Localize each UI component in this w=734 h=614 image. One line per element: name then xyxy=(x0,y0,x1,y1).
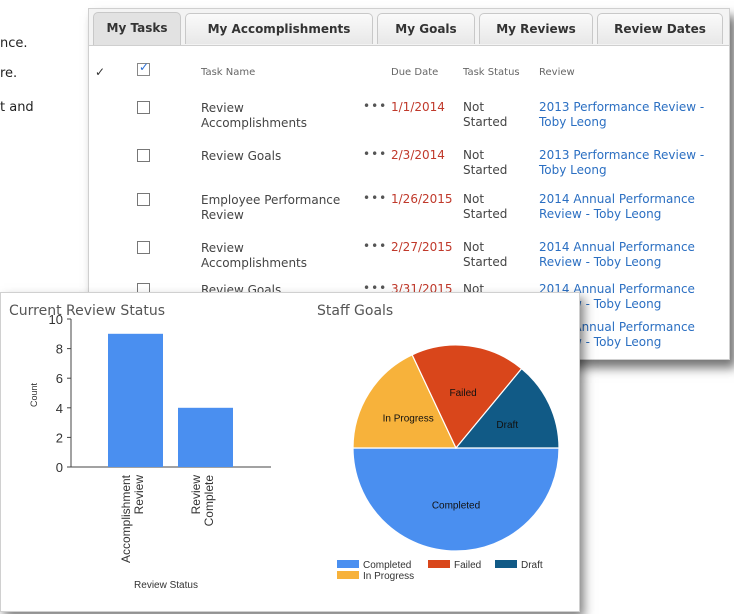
tab-my-accomplishments[interactable]: My Accomplishments xyxy=(185,13,373,44)
legend-swatch xyxy=(428,560,450,568)
background-text-2: re. xyxy=(0,66,18,81)
due-date: 1/26/2015 xyxy=(391,192,453,206)
legend-label: Draft xyxy=(521,560,543,571)
slice-label: Draft xyxy=(496,420,518,431)
bar xyxy=(108,333,163,467)
due-date: 1/1/2014 xyxy=(391,100,445,114)
y-axis-label: Count xyxy=(29,383,39,408)
more-options-icon[interactable]: ••• xyxy=(363,147,387,161)
row-checkbox[interactable] xyxy=(137,101,150,114)
tab-review-dates[interactable]: Review Dates xyxy=(597,13,723,44)
slice-label: In Progress xyxy=(383,414,434,425)
more-options-icon[interactable]: ••• xyxy=(363,191,387,205)
x-tick-label: AccomplishmentReview xyxy=(119,474,146,563)
task-status: Not Started xyxy=(463,148,508,177)
checked-icon: ✓ xyxy=(139,60,150,74)
header-task-name: Task Name xyxy=(201,67,256,78)
y-tick-label: 4 xyxy=(56,401,63,416)
legend-label: Failed xyxy=(454,560,481,571)
y-tick-label: 0 xyxy=(56,460,63,475)
selected-check-icon: ✓ xyxy=(95,65,106,79)
review-link[interactable]: 2013 Performance Review - Toby Leong xyxy=(539,148,714,178)
y-tick-label: 8 xyxy=(56,342,63,357)
tab-my-tasks[interactable]: My Tasks xyxy=(93,12,181,45)
tab-bar: My Tasks My Accomplishments My Goals My … xyxy=(89,9,729,46)
header-due-date: Due Date xyxy=(391,67,439,78)
more-options-icon[interactable]: ••• xyxy=(363,99,387,113)
bar-chart: 0 2 4 6 8 10 Count AccomplishmentReview ReviewCo… xyxy=(29,312,271,591)
table-row: Review Accomplishments ••• 1/1/2014 Not … xyxy=(89,97,729,141)
slice-label: Failed xyxy=(449,388,476,399)
legend-swatch xyxy=(337,571,359,579)
row-checkbox[interactable] xyxy=(137,241,150,254)
y-tick-label: 6 xyxy=(56,371,63,386)
tab-my-reviews[interactable]: My Reviews xyxy=(479,13,593,44)
bar xyxy=(178,407,233,467)
legend-swatch xyxy=(495,560,517,568)
y-tick-label: 2 xyxy=(56,430,63,445)
legend-label: Completed xyxy=(363,560,411,571)
task-status: Not Started xyxy=(463,100,508,129)
more-options-icon[interactable]: ••• xyxy=(363,239,387,253)
slice-label: Completed xyxy=(432,501,480,512)
review-link[interactable]: 2014 Annual Performance Review - Toby Le… xyxy=(539,240,714,270)
due-date: 2/3/2014 xyxy=(391,148,445,162)
table-row: Employee Performance Review ••• 1/26/201… xyxy=(89,189,729,233)
task-name[interactable]: Review Accomplishments xyxy=(201,241,351,271)
task-status: Not Started xyxy=(463,192,508,221)
legend-label: In Progress xyxy=(363,571,414,582)
charts-panel: Current Review Status Staff Goals 024681… xyxy=(0,292,580,612)
background-text-1: nce. xyxy=(0,36,28,51)
review-link[interactable]: 2014 Annual Performance Review - Toby Le… xyxy=(539,192,714,222)
header-task-status: Task Status xyxy=(463,67,520,78)
x-tick-label: ReviewComplete xyxy=(189,475,216,527)
table-row: Review Accomplishments ••• 2/27/2015 Not… xyxy=(89,237,729,281)
header-review: Review xyxy=(539,67,575,78)
task-name[interactable]: Review Accomplishments xyxy=(201,101,351,131)
row-checkbox[interactable] xyxy=(137,149,150,162)
background-text-3: t and xyxy=(0,100,34,115)
tab-my-goals[interactable]: My Goals xyxy=(377,13,475,44)
task-name[interactable]: Review Goals xyxy=(201,149,351,164)
task-status: Not Started xyxy=(463,240,508,269)
row-checkbox[interactable] xyxy=(137,193,150,206)
y-tick-label: 10 xyxy=(49,312,63,327)
pie-slice xyxy=(352,447,560,552)
task-name[interactable]: Employee Performance Review xyxy=(201,193,351,223)
legend-swatch xyxy=(337,560,359,568)
pie-chart: CompletedIn ProgressFailedDraftCompleted… xyxy=(337,344,560,582)
x-axis-label: Review Status xyxy=(134,580,198,591)
review-link[interactable]: 2013 Performance Review - Toby Leong xyxy=(539,100,714,130)
due-date: 2/27/2015 xyxy=(391,240,453,254)
table-row: Review Goals ••• 2/3/2014 Not Started 20… xyxy=(89,145,729,189)
select-all-checkbox[interactable]: ✓ xyxy=(137,60,150,76)
